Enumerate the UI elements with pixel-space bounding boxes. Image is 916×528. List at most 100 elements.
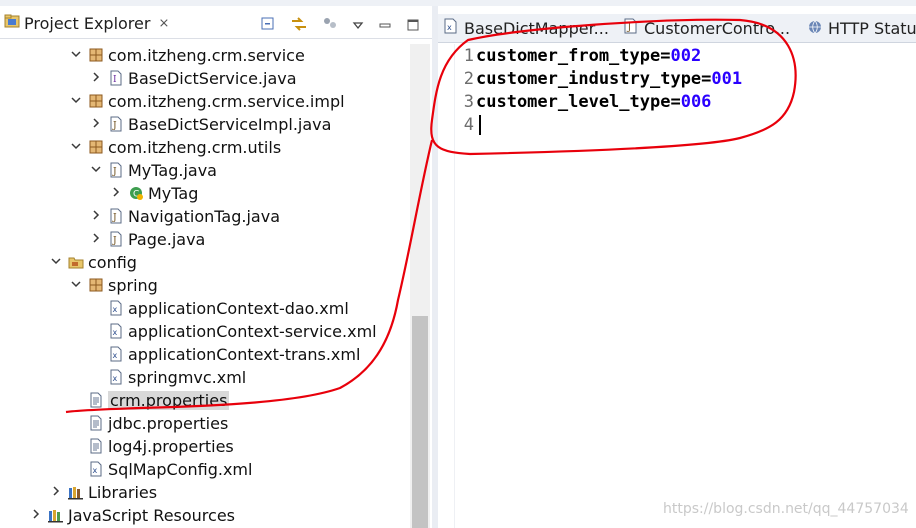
svg-text:J: J — [112, 167, 117, 177]
code-line[interactable]: 3 customer_level_type= 006 — [458, 90, 712, 113]
tree-item[interactable]: x applicationContext-service.xml — [88, 320, 377, 342]
chevron-down-icon[interactable] — [68, 140, 84, 155]
tree-item[interactable]: J BaseDictServiceImpl.java — [88, 113, 331, 135]
editor-tab-label: BaseDictMapper... — [464, 18, 609, 38]
svg-text:x: x — [93, 466, 98, 475]
tree-item-label: config — [88, 252, 137, 272]
properties-file-icon — [88, 392, 104, 408]
project-explorer-icon — [4, 13, 20, 33]
chevron-right-icon[interactable] — [88, 117, 104, 132]
code-line[interactable]: 2 customer_industry_type= 001 — [458, 67, 742, 90]
tree-item[interactable]: x springmvc.xml — [88, 366, 246, 388]
property-key: customer_from_type= — [476, 45, 671, 66]
tree-item-label: jdbc.properties — [108, 413, 229, 433]
property-value: 001 — [711, 68, 743, 89]
chevron-down-icon[interactable] — [48, 255, 64, 270]
tree-item[interactable]: x applicationContext-trans.xml — [88, 343, 360, 365]
view-menu-icon[interactable] — [322, 16, 338, 36]
chevron-right-icon[interactable] — [88, 71, 104, 86]
tree-item[interactable]: com.itzheng.crm.service — [68, 44, 305, 66]
line-number-gutter — [438, 44, 455, 528]
java-file-icon: J — [108, 116, 124, 132]
link-with-editor-icon[interactable] — [290, 16, 308, 36]
chevron-right-icon[interactable] — [88, 209, 104, 224]
tree-item[interactable]: crm.properties — [68, 389, 230, 411]
code-line[interactable]: 4 — [458, 113, 481, 136]
libraries-icon — [68, 484, 84, 500]
svg-text:J: J — [112, 121, 117, 131]
svg-text:x: x — [447, 23, 452, 32]
watermark: https://blog.csdn.net/qq_44757034 — [663, 501, 909, 517]
chevron-down-icon[interactable] — [68, 278, 84, 293]
chevron-right-icon[interactable] — [88, 232, 104, 247]
chevron-right-icon[interactable] — [28, 508, 44, 523]
property-value: 006 — [680, 91, 712, 112]
svg-text:I: I — [113, 75, 117, 85]
class-icon: C — [128, 185, 144, 201]
editor-tab[interactable]: x BaseDictMapper... — [444, 14, 620, 42]
project-explorer-tab[interactable]: Project Explorer ⨯ — [0, 10, 178, 36]
property-key: customer_industry_type= — [476, 68, 712, 89]
editor-tab-label: CustomerContro... — [644, 18, 791, 38]
svg-text:J: J — [112, 213, 117, 223]
tree-item[interactable]: config — [48, 251, 137, 273]
tree-item[interactable]: J Page.java — [88, 228, 205, 250]
editor-tab[interactable]: HTTP Status — [808, 14, 916, 42]
tree-item-label: MyTag.java — [128, 160, 217, 180]
tree-item-label: MyTag — [148, 183, 199, 203]
xml-file-icon: x — [108, 300, 124, 316]
chevron-down-icon[interactable] — [68, 48, 84, 63]
java-file-icon: J — [108, 231, 124, 247]
source-folder-icon — [68, 254, 84, 270]
package-icon — [88, 47, 104, 63]
collapse-all-icon[interactable] — [260, 16, 276, 36]
svg-text:x: x — [113, 374, 118, 383]
tree-item-label: applicationContext-dao.xml — [128, 298, 349, 318]
tree-item[interactable]: C MyTag — [108, 182, 198, 204]
tree-item[interactable]: Libraries — [48, 481, 157, 503]
chevron-right-icon[interactable] — [108, 186, 124, 201]
tree-item-label: com.itzheng.crm.service.impl — [108, 91, 345, 111]
tree-item[interactable]: I BaseDictService.java — [88, 67, 297, 89]
editor-tab[interactable]: J CustomerContro... — [624, 14, 804, 42]
tree-item[interactable]: x SqlMapConfig.xml — [68, 458, 252, 480]
property-key: customer_level_type= — [476, 91, 681, 112]
chevron-down-icon[interactable] — [68, 94, 84, 109]
tree-item-label: BaseDictServiceImpl.java — [128, 114, 332, 134]
tree-item[interactable]: com.itzheng.crm.utils — [68, 136, 281, 158]
minimize-icon[interactable] — [378, 17, 392, 36]
editor-tab-bar: x BaseDictMapper... J CustomerContro... HTTP… — [438, 14, 916, 43]
project-explorer-header: Project Explorer ⨯ — [0, 6, 432, 39]
svg-text:J: J — [627, 23, 632, 33]
line-number: 1 — [463, 45, 474, 66]
close-icon[interactable]: ⨯ — [158, 16, 169, 31]
tree-item[interactable]: JavaScript Resources — [28, 504, 235, 526]
code-line[interactable]: 1 customer_from_type= 002 — [458, 44, 701, 67]
tree-item[interactable]: J NavigationTag.java — [88, 205, 280, 227]
line-number: 3 — [463, 91, 474, 112]
package-icon — [88, 93, 104, 109]
properties-file-icon — [88, 415, 104, 431]
xml-file-icon: x — [108, 323, 124, 339]
scrollbar-thumb[interactable] — [412, 316, 428, 528]
tree-item-label: JavaScript Resources — [68, 505, 235, 525]
tree-item-label: com.itzheng.crm.service — [108, 45, 305, 65]
tree-item[interactable]: jdbc.properties — [68, 412, 228, 434]
chevron-right-icon[interactable] — [48, 485, 64, 500]
chevron-down-icon[interactable] — [352, 17, 364, 36]
tree-item[interactable]: log4j.properties — [68, 435, 234, 457]
xml-file-icon: x — [88, 461, 104, 477]
maximize-icon[interactable] — [406, 17, 420, 36]
line-number: 2 — [463, 68, 474, 89]
properties-file-icon — [88, 438, 104, 454]
chevron-down-icon[interactable] — [88, 163, 104, 178]
tree-item-label: SqlMapConfig.xml — [108, 459, 253, 479]
package-icon — [88, 139, 104, 155]
project-explorer-title: Project Explorer — [24, 13, 151, 33]
tree-item[interactable]: x applicationContext-dao.xml — [88, 297, 349, 319]
tree-item-label: Libraries — [88, 482, 158, 502]
java-file-icon: J — [108, 208, 124, 224]
tree-item[interactable]: spring — [68, 274, 158, 296]
tree-item[interactable]: com.itzheng.crm.service.impl — [68, 90, 345, 112]
tree-item[interactable]: J MyTag.java — [88, 159, 217, 181]
